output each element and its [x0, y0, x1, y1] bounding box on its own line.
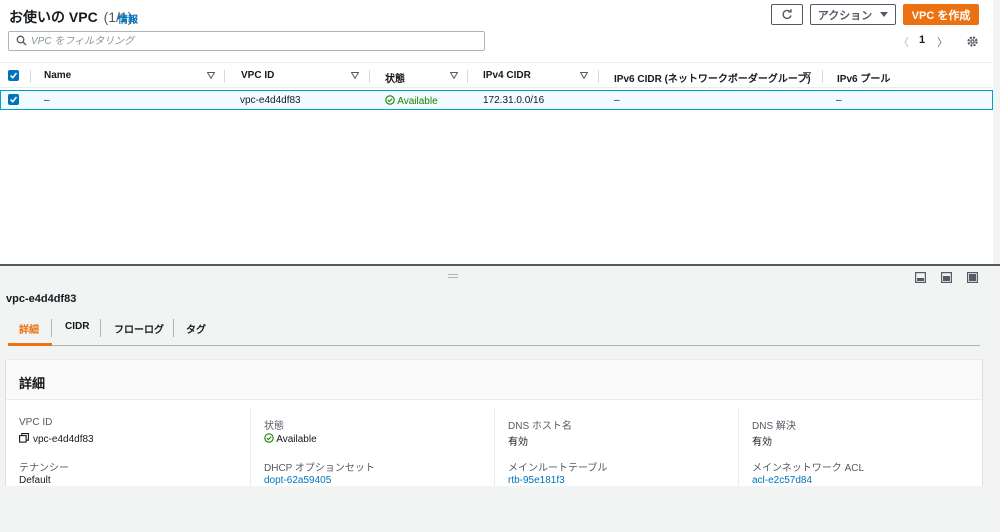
- col-header-ipv4-cidr[interactable]: IPv4 CIDR: [483, 70, 531, 81]
- actions-dropdown-button[interactable]: アクション: [810, 4, 896, 25]
- sort-icon[interactable]: [580, 72, 588, 79]
- col-header-state[interactable]: 状態: [385, 70, 405, 85]
- info-link[interactable]: 情報: [118, 11, 138, 26]
- details-tabs: 詳細 CIDR フローログ タグ: [8, 316, 980, 346]
- state-text: Available: [397, 96, 438, 107]
- page-bottom-background: [0, 486, 1000, 532]
- tab-flow-logs[interactable]: フローログ: [114, 321, 164, 336]
- column-divider: [369, 70, 370, 83]
- details-card: 詳細 VPC ID vpc-e4d4df83 テナンシー Default 状態 …: [6, 360, 982, 486]
- main-network-acl-label: メインネットワーク ACL: [752, 463, 865, 474]
- main-route-table-label: メインルートテーブル: [508, 463, 608, 474]
- column-divider: [738, 408, 739, 486]
- page-number[interactable]: 1: [919, 34, 925, 46]
- vpc-id-label: VPC ID: [19, 417, 53, 428]
- vpc-id-text: vpc-e4d4df83: [33, 434, 94, 445]
- actions-label: アクション: [817, 9, 873, 22]
- create-vpc-button[interactable]: VPC を作成: [903, 4, 979, 25]
- table-row[interactable]: – vpc-e4d4df83 Available 172.31.0.0/16 –…: [0, 90, 993, 110]
- panel-layout-icon[interactable]: [915, 272, 926, 283]
- page-title: お使いの VPC (1/1): [9, 7, 132, 27]
- col-header-vpc-id[interactable]: VPC ID: [241, 70, 274, 81]
- filter-vpc-input[interactable]: [31, 33, 471, 49]
- next-page-button[interactable]: 〉: [937, 34, 948, 50]
- search-box: [8, 31, 485, 51]
- dns-resolution-label: DNS 解決: [752, 421, 796, 432]
- state-value-text: Available: [276, 434, 317, 445]
- split-divider[interactable]: [0, 264, 1000, 266]
- scrollbar[interactable]: [993, 0, 1000, 264]
- check-circle-icon: [264, 433, 274, 443]
- panel-layout-icon[interactable]: [967, 272, 978, 283]
- selected-vpc-title: vpc-e4d4df83: [6, 293, 77, 305]
- sort-icon[interactable]: [803, 72, 811, 79]
- copy-icon[interactable]: [19, 433, 29, 443]
- table-header: Name VPC ID 状態 IPv4 CIDR IPv6 CIDR (ネットワ…: [0, 62, 1000, 88]
- active-tab-indicator: [8, 343, 52, 346]
- tab-cidr[interactable]: CIDR: [65, 321, 89, 332]
- vpc-id-value: vpc-e4d4df83: [19, 433, 94, 445]
- cell-ipv4-cidr: 172.31.0.0/16: [483, 95, 545, 106]
- state-value: Available: [264, 433, 317, 445]
- col-header-ipv6-pool[interactable]: IPv6 プール: [837, 70, 890, 85]
- sort-icon[interactable]: [207, 72, 215, 79]
- cell-ipv6-pool: –: [836, 95, 842, 106]
- search-icon: [16, 35, 27, 46]
- row-checkbox[interactable]: [8, 94, 19, 105]
- dns-resolution-value: 有効: [752, 437, 772, 448]
- main-route-table-link[interactable]: rtb-95e181f3: [508, 475, 565, 486]
- dns-hostnames-value: 有効: [508, 437, 528, 448]
- column-divider: [250, 408, 251, 486]
- dhcp-options-link[interactable]: dopt-62a59405: [264, 475, 331, 486]
- details-card-title: 詳細: [19, 376, 46, 391]
- dhcp-options-value: dopt-62a59405: [264, 475, 331, 486]
- cell-state: Available: [385, 95, 438, 107]
- select-all-checkbox[interactable]: [8, 70, 19, 81]
- column-divider: [494, 408, 495, 486]
- column-divider: [822, 70, 823, 83]
- dhcp-options-label: DHCP オプションセット: [264, 463, 375, 474]
- column-divider: [467, 70, 468, 83]
- tenancy-value: Default: [19, 475, 51, 486]
- column-divider: [224, 70, 225, 83]
- cell-ipv6-cidr: –: [614, 95, 620, 106]
- tab-divider: [173, 319, 174, 337]
- caret-down-icon: [880, 12, 889, 17]
- tenancy-label: テナンシー: [19, 463, 69, 474]
- page-title-text: お使いの VPC: [9, 9, 98, 25]
- prev-page-button[interactable]: 〈: [898, 34, 909, 50]
- refresh-button[interactable]: [771, 4, 803, 25]
- gear-icon[interactable]: [966, 35, 979, 48]
- main-network-acl-link[interactable]: acl-e2c57d84: [752, 475, 812, 486]
- drag-grip-icon[interactable]: [448, 274, 458, 278]
- refresh-icon: [782, 8, 792, 19]
- column-divider: [598, 70, 599, 83]
- col-header-ipv6-cidr[interactable]: IPv6 CIDR (ネットワークボーダーグループ): [614, 70, 811, 85]
- column-divider: [30, 70, 31, 83]
- col-header-name[interactable]: Name: [44, 70, 71, 81]
- tab-tags[interactable]: タグ: [186, 321, 206, 336]
- tab-divider: [51, 319, 52, 337]
- check-circle-icon: [385, 95, 395, 105]
- panel-layout-icon[interactable]: [941, 272, 952, 283]
- main-route-table-value: rtb-95e181f3: [508, 475, 565, 486]
- tab-details[interactable]: 詳細: [19, 321, 39, 336]
- cell-vpc-id-link[interactable]: vpc-e4d4df83: [240, 95, 301, 106]
- main-network-acl-value: acl-e2c57d84: [752, 475, 812, 486]
- sort-icon[interactable]: [450, 72, 458, 79]
- cell-name: –: [44, 95, 50, 106]
- state-label: 状態: [264, 421, 284, 432]
- dns-hostnames-label: DNS ホスト名: [508, 421, 572, 432]
- tab-divider: [100, 319, 101, 337]
- sort-icon[interactable]: [351, 72, 359, 79]
- vpc-list-panel: お使いの VPC (1/1) 情報 アクション VPC を作成 〈 1 〉 Na…: [0, 0, 1000, 264]
- details-card-header: 詳細: [6, 360, 982, 400]
